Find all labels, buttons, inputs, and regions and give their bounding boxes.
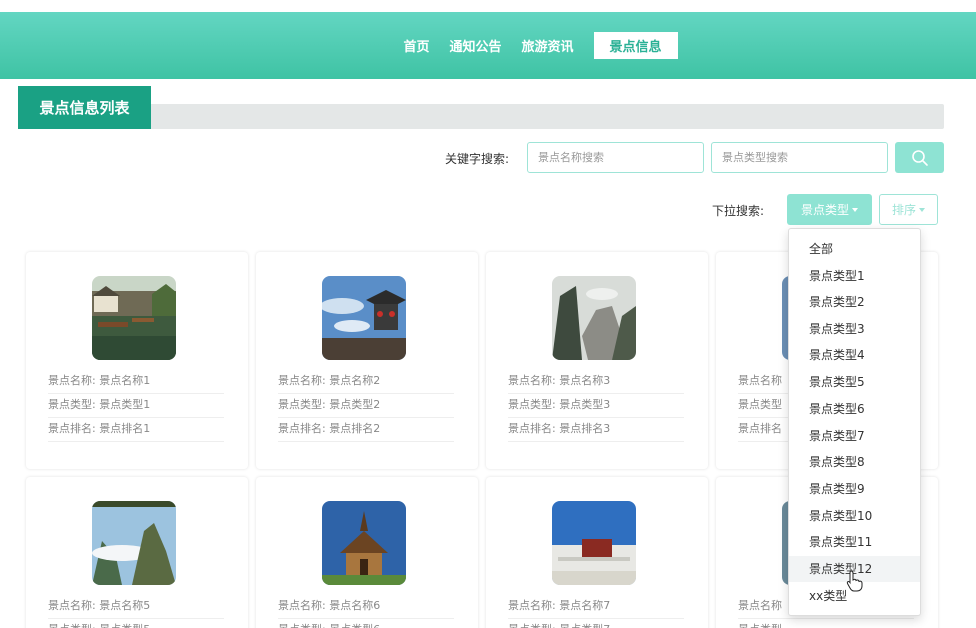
attraction-image-wooden-church [322, 501, 406, 585]
caret-down-icon [919, 207, 925, 212]
dropdown-search-label: 下拉搜索: [712, 204, 765, 218]
attraction-type-dropdown-menu: 全部 景点类型1 景点类型2 景点类型3 景点类型4 景点类型5 景点类型6 景… [788, 228, 921, 616]
attraction-name: 景点名称: 景点名称1 [48, 370, 224, 394]
attraction-card[interactable]: 景点名称: 景点名称7 景点类型: 景点类型7 [486, 477, 708, 628]
attraction-type: 景点类型: 景点类型3 [508, 394, 684, 418]
attraction-type: 景点类型: 景点类型7 [508, 619, 684, 628]
type-button-label: 景点类型 [800, 203, 849, 217]
nav-item-home[interactable]: 首页 [393, 32, 439, 59]
attraction-rank: 景点排名: 景点排名2 [278, 418, 454, 442]
sort-dropdown-button[interactable]: 排序 [879, 194, 938, 225]
attraction-image-water-town [92, 276, 176, 360]
dropdown-option[interactable]: 全部 [789, 236, 920, 262]
nav-item-travel-news[interactable]: 旅游资讯 [512, 32, 584, 59]
nav-menu: 首页 通知公告 旅游资讯 景点信息 [393, 32, 678, 59]
dropdown-option[interactable]: 景点类型6 [789, 396, 920, 422]
attraction-card[interactable]: 景点名称: 景点名称3 景点类型: 景点类型3 景点排名: 景点排名3 [486, 252, 708, 469]
attraction-rank: 景点排名: 景点排名1 [48, 418, 224, 442]
attraction-image-misty-peak [92, 501, 176, 585]
attraction-type-search-input[interactable] [711, 142, 888, 173]
search-icon [911, 149, 928, 166]
section-title: 景点信息列表 [18, 86, 151, 129]
dropdown-option[interactable]: 景点类型5 [789, 369, 920, 395]
caret-down-icon [852, 207, 858, 212]
hand-cursor-icon [846, 570, 863, 592]
attraction-image-pagoda [322, 276, 406, 360]
attraction-name: 景点名称: 景点名称2 [278, 370, 454, 394]
attraction-type: 景点类型: 景点类型5 [48, 619, 224, 628]
dropdown-option[interactable]: 景点类型3 [789, 316, 920, 342]
dropdown-option[interactable]: 景点类型7 [789, 423, 920, 449]
attraction-type-dropdown-button[interactable]: 景点类型 [787, 194, 872, 225]
search-button[interactable] [895, 142, 944, 173]
attraction-card[interactable]: 景点名称: 景点名称1 景点类型: 景点类型1 景点排名: 景点排名1 [26, 252, 248, 469]
attraction-type: 景点类型: 景点类型1 [48, 394, 224, 418]
dropdown-option[interactable]: 景点类型11 [789, 529, 920, 555]
nav-item-notice[interactable]: 通知公告 [439, 32, 511, 59]
attraction-type: 景点类型 [738, 619, 914, 628]
keyword-search-label: 关键字搜索: [445, 152, 510, 166]
attraction-name: 景点名称: 景点名称3 [508, 370, 684, 394]
attraction-card[interactable]: 景点名称: 景点名称5 景点类型: 景点类型5 [26, 477, 248, 628]
attraction-name: 景点名称: 景点名称5 [48, 595, 224, 619]
sort-button-label: 排序 [891, 203, 916, 217]
dropdown-option[interactable]: 景点类型10 [789, 503, 920, 529]
attraction-image-rock-mountain [552, 276, 636, 360]
attraction-image-palace [552, 501, 636, 585]
dropdown-option[interactable]: 景点类型9 [789, 476, 920, 502]
dropdown-option[interactable]: 景点类型2 [789, 289, 920, 315]
nav-item-attractions[interactable]: 景点信息 [593, 32, 678, 59]
attraction-type: 景点类型: 景点类型2 [278, 394, 454, 418]
dropdown-option[interactable]: 景点类型4 [789, 342, 920, 368]
section-title-bar [18, 104, 944, 129]
dropdown-option[interactable]: 景点类型8 [789, 449, 920, 475]
attraction-name: 景点名称: 景点名称6 [278, 595, 454, 619]
attraction-card[interactable]: 景点名称: 景点名称6 景点类型: 景点类型6 [256, 477, 478, 628]
attraction-card[interactable]: 景点名称: 景点名称2 景点类型: 景点类型2 景点排名: 景点排名2 [256, 252, 478, 469]
top-nav-bar: 首页 通知公告 旅游资讯 景点信息 [0, 12, 976, 79]
attraction-rank: 景点排名: 景点排名3 [508, 418, 684, 442]
attraction-name-search-input[interactable] [527, 142, 704, 173]
attraction-name: 景点名称: 景点名称7 [508, 595, 684, 619]
dropdown-option[interactable]: 景点类型1 [789, 263, 920, 289]
attraction-type: 景点类型: 景点类型6 [278, 619, 454, 628]
